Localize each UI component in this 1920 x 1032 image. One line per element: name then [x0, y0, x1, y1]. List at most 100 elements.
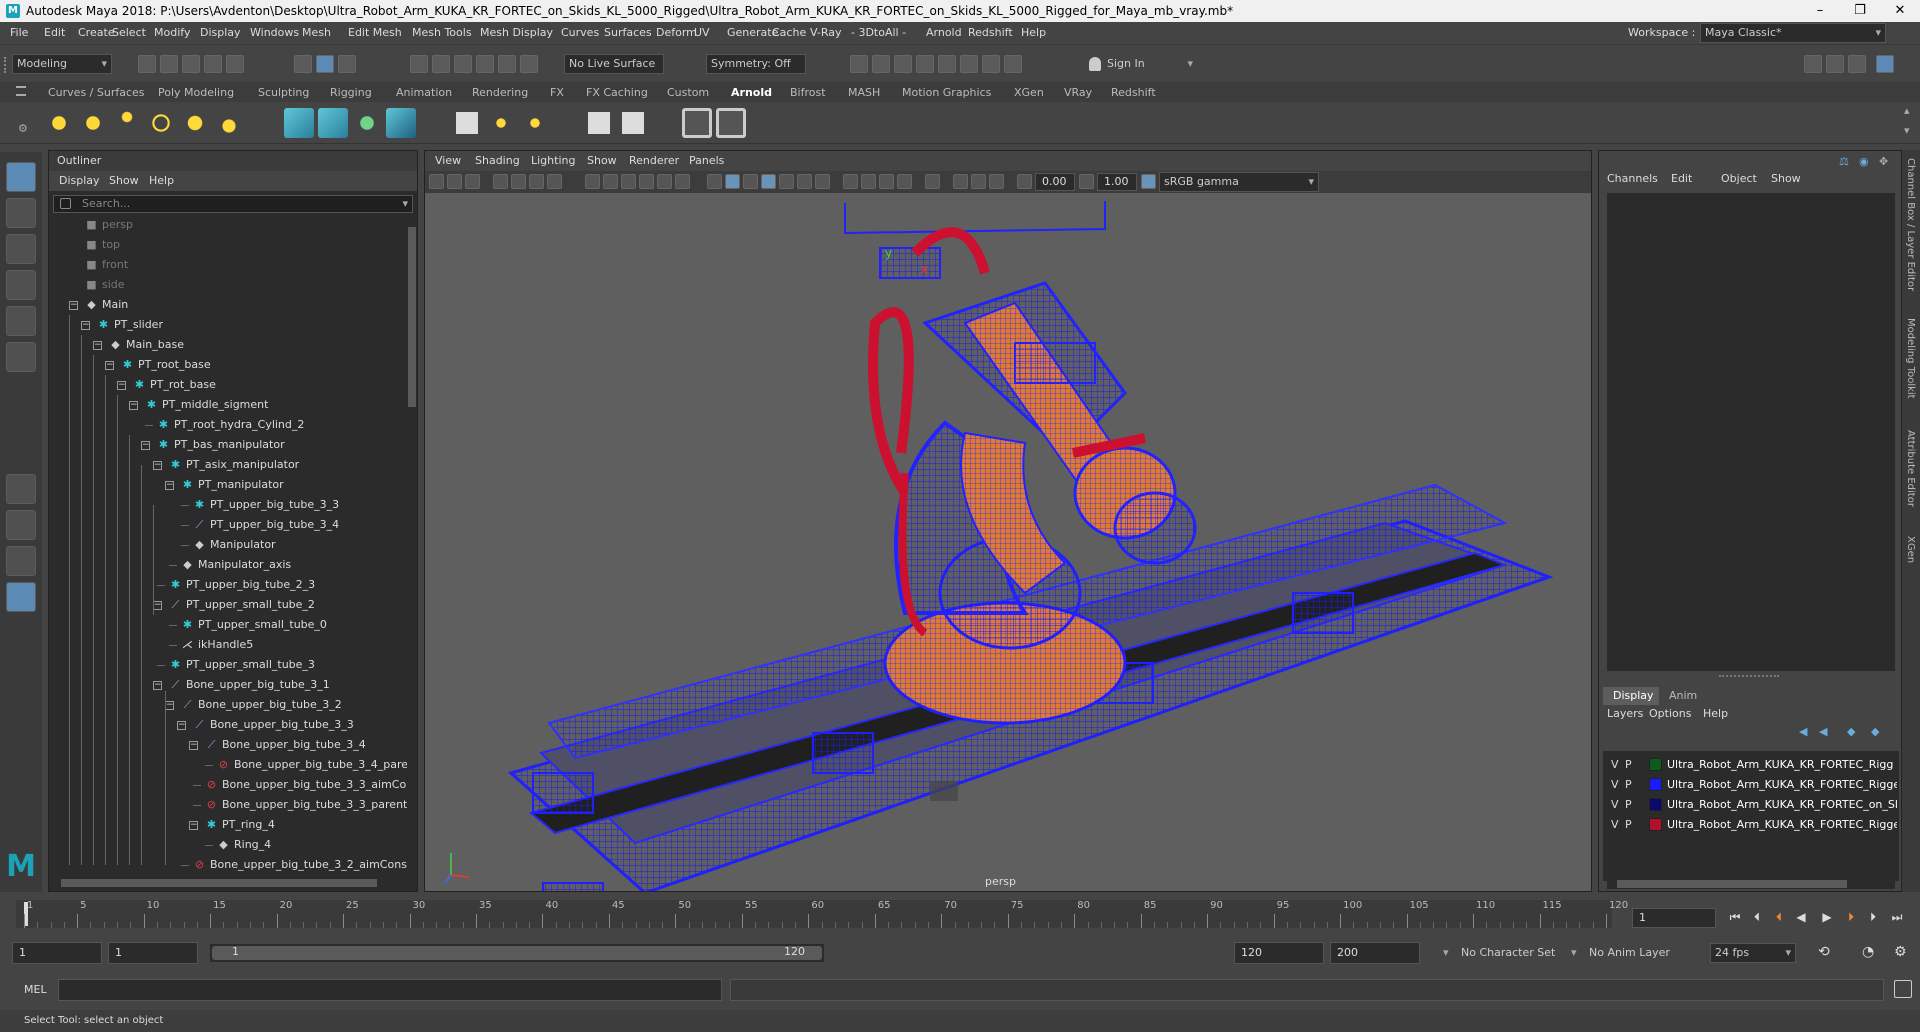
outliner-item-pt-ring-4[interactable]: ✱ PT_ring_4 [205, 815, 275, 835]
layer-name[interactable]: Ultra_Robot_Arm_KUKA_KR_FORTEC_Rigg [1667, 755, 1893, 774]
expand-toggle-icon[interactable]: − [117, 381, 126, 390]
panel-menu-view[interactable]: View [435, 151, 461, 171]
menu-mesh-display[interactable]: Mesh Display [480, 22, 553, 44]
shelf-tab-xgen[interactable]: XGen [1014, 84, 1044, 102]
wireframe-on-shaded-icon[interactable] [761, 174, 776, 189]
shelf-tab-motion-graphics[interactable]: Motion Graphics [902, 84, 991, 102]
menu-redshift[interactable]: Redshift [968, 22, 1013, 44]
outliner-item-bone-upper-big-tube-3-3[interactable]: ⟋ Bone_upper_big_tube_3_3 [193, 715, 354, 735]
outliner-item-pt-upper-big-tube-3-3[interactable]: ✱ PT_upper_big_tube_3_3 [193, 495, 339, 515]
outliner-item-pt-upper-small-tube-2[interactable]: ⟋ PT_upper_small_tube_2 [169, 595, 315, 615]
panel-menu-shading[interactable]: Shading [475, 151, 520, 171]
outliner-item-pt-bas-manipulator[interactable]: ✱ PT_bas_manipulator [157, 435, 285, 455]
shelf-tab-vray[interactable]: VRay [1064, 84, 1092, 102]
select-object-icon[interactable] [316, 55, 334, 73]
expand-toggle-icon[interactable]: − [105, 361, 114, 370]
redo-icon[interactable] [226, 55, 244, 73]
channel-box-icon[interactable]: ⚖ [1839, 155, 1849, 168]
new-layer-icon[interactable]: ◆ [1847, 725, 1855, 738]
outliner-item-manipulator-axis[interactable]: ◆ Manipulator_axis [181, 555, 291, 575]
tool-settings-toggle-icon[interactable] [1848, 55, 1866, 73]
camera-attributes-icon[interactable] [465, 174, 480, 189]
mode-dropdown[interactable]: Modeling ▾ [12, 54, 112, 74]
attribute-editor-toggle-icon[interactable] [1826, 55, 1844, 73]
live-surface-field[interactable]: No Live Surface [564, 54, 664, 74]
multisample-aa-icon[interactable] [879, 174, 894, 189]
four-view-layout-icon[interactable] [6, 510, 36, 540]
menu-mesh[interactable]: Mesh [302, 22, 331, 44]
outliner-item-bone-upper-big-tube-3-2[interactable]: ⟋ Bone_upper_big_tube_3_2 [181, 695, 342, 715]
outliner-item-pt-root-base[interactable]: ✱ PT_root_base [121, 355, 211, 375]
expand-toggle-icon[interactable]: − [189, 821, 198, 830]
ai-physical-sky-icon[interactable] [214, 108, 244, 138]
ai-area-light-icon[interactable] [44, 108, 74, 138]
scrollbar-thumb[interactable] [61, 879, 377, 887]
snap-curve-icon[interactable] [432, 55, 450, 73]
animation-prefs-icon[interactable]: ⚙ [1894, 944, 1907, 960]
side-tab-attribute-editor[interactable]: Attribute Editor [1905, 430, 1916, 507]
menu-surfaces[interactable]: Surfaces [604, 22, 652, 44]
menu-select[interactable]: Select [112, 22, 146, 44]
shelf-scroll-down-icon[interactable]: ▾ [1904, 124, 1910, 137]
range-slider[interactable]: 1 120 [210, 944, 824, 962]
playback-end-field[interactable]: 120 [1234, 942, 1324, 964]
menu-edit-mesh[interactable]: Edit Mesh [348, 22, 402, 44]
ai-render-view-icon[interactable] [682, 108, 712, 138]
step-back-icon[interactable]: ⏴ [1748, 908, 1766, 926]
menu-help[interactable]: Help [1021, 22, 1046, 44]
channel-menu-edit[interactable]: Edit [1671, 169, 1692, 189]
shelf-tab-arnold[interactable]: Arnold [731, 84, 772, 102]
symmetry-dropdown[interactable]: Symmetry: Off [706, 54, 806, 74]
outliner-item-pt-middle-sigment[interactable]: ✱ PT_middle_sigment [145, 395, 269, 415]
expand-toggle-icon[interactable]: − [165, 481, 174, 490]
ai-curve-collector-icon[interactable] [386, 108, 416, 138]
menu-deform[interactable]: Deform [656, 22, 697, 44]
float-panel-icon[interactable]: ✥ [1879, 155, 1888, 168]
vray-render-icon[interactable] [982, 55, 1000, 73]
outliner-item-front[interactable]: ■ front [85, 255, 128, 275]
bookmarks-icon[interactable] [493, 174, 508, 189]
layer-menu-layers[interactable]: Layers [1607, 705, 1643, 723]
expand-toggle-icon[interactable]: − [141, 441, 150, 450]
expand-toggle-icon[interactable]: − [69, 301, 78, 310]
outliner-item-manipulator[interactable]: ◆ Manipulator [193, 535, 275, 555]
ai-play-render-icon[interactable] [716, 108, 746, 138]
step-forward-key-icon[interactable]: ⏵ [1842, 908, 1860, 926]
outliner-item-ikhandle5[interactable]: ⋌ ikHandle5 [181, 635, 253, 655]
shelf-tab-poly-modeling[interactable]: Poly Modeling [158, 84, 234, 102]
screen-space-ao-icon[interactable] [843, 174, 858, 189]
use-all-lights-icon[interactable] [797, 174, 812, 189]
layer-visibility-toggle[interactable]: V [1611, 755, 1619, 774]
play-back-icon[interactable]: ◀ [1792, 908, 1810, 926]
depth-of-field-icon[interactable] [897, 174, 912, 189]
default-material-icon[interactable] [743, 174, 758, 189]
outliner-menu-help[interactable]: Help [149, 171, 174, 191]
undo-icon[interactable] [204, 55, 222, 73]
workspace-dropdown[interactable]: Maya Classic* ▾ [1700, 23, 1886, 43]
ai-license-icon[interactable] [520, 108, 550, 138]
new-layer-selected-icon[interactable]: ◆ [1871, 725, 1879, 738]
outliner-item-bone-upper-big-tube-3-4-parer[interactable]: ⊘ Bone_upper_big_tube_3_4_parer [217, 755, 407, 775]
expand-toggle-icon[interactable]: − [177, 721, 186, 730]
shelf-options-icon[interactable] [16, 86, 26, 96]
ai-standin-icon[interactable] [284, 108, 314, 138]
outliner-item-main-base[interactable]: ◆ Main_base [109, 335, 184, 355]
outliner-item-persp[interactable]: ■ persp [85, 215, 133, 235]
ai-flush-selection-icon[interactable] [618, 108, 648, 138]
outliner-item-main[interactable]: ◆ Main [85, 295, 128, 315]
isolate-select-icon[interactable] [925, 174, 940, 189]
outliner-horizontal-scrollbar[interactable] [49, 877, 407, 889]
expand-toggle-icon[interactable]: − [93, 341, 102, 350]
grid-icon[interactable] [585, 174, 600, 189]
select-camera-icon[interactable] [429, 174, 444, 189]
smooth-shade-icon[interactable] [725, 174, 740, 189]
hypershade-icon[interactable] [938, 55, 956, 73]
layer-color-swatch[interactable] [1649, 798, 1662, 811]
maximize-button[interactable]: ❐ [1840, 0, 1880, 22]
expand-toggle-icon[interactable]: − [165, 701, 174, 710]
two-view-layout-icon[interactable] [6, 546, 36, 576]
range-start-field[interactable]: 1 [12, 942, 102, 964]
menu-v-ray[interactable]: V-Ray [810, 22, 842, 44]
scale-tool-icon[interactable] [6, 342, 36, 372]
outliner-search-input[interactable]: Search... ▾ [53, 195, 413, 213]
